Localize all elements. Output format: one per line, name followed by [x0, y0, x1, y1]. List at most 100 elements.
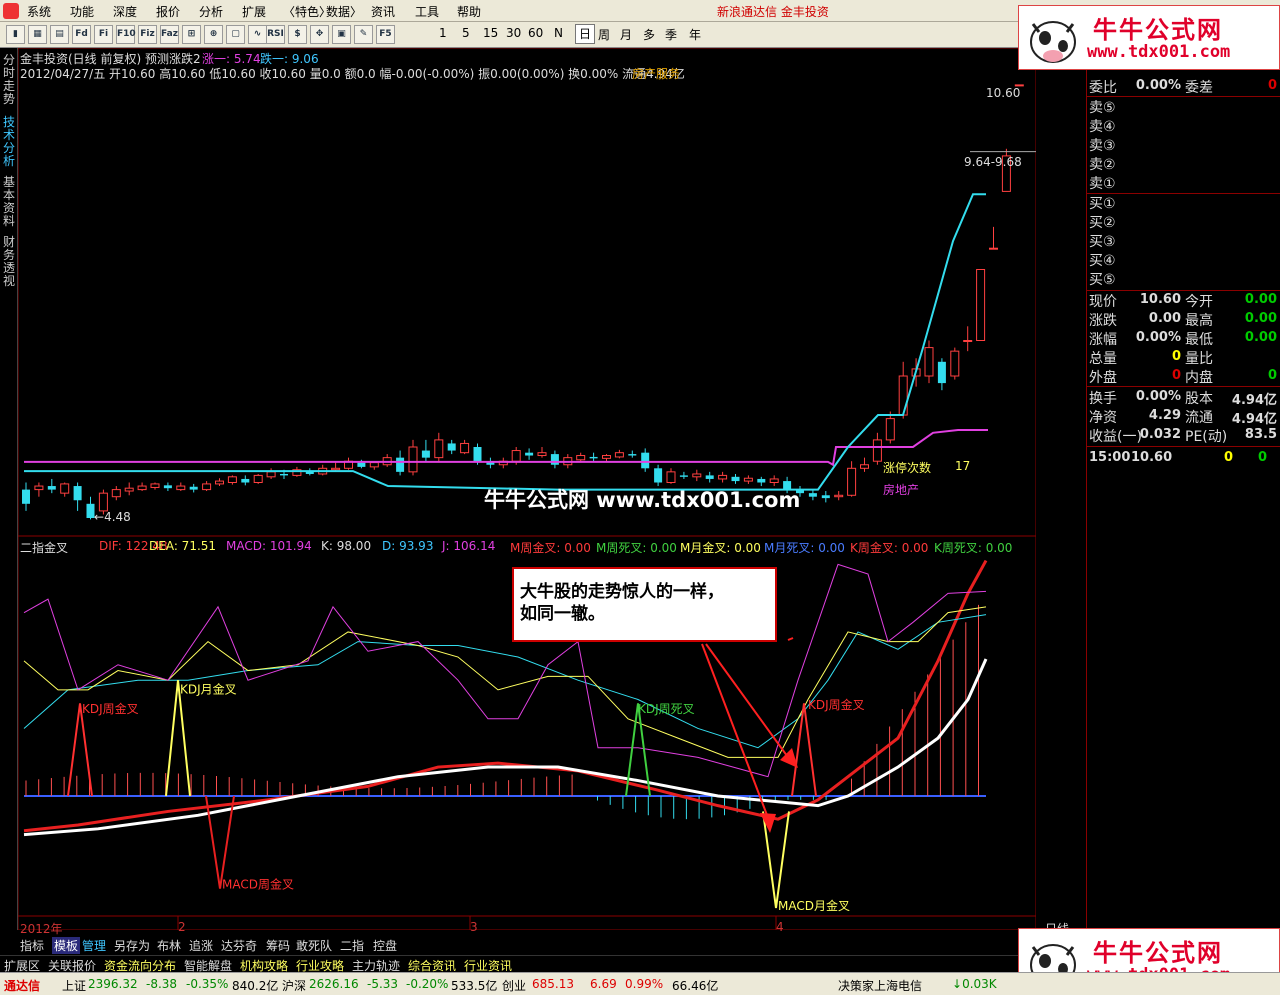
d-line — [23, 614, 987, 749]
indicator-tab[interactable]: 另存为 — [114, 937, 150, 954]
candle-body — [176, 485, 186, 491]
indicator-tab[interactable]: 模板 — [52, 937, 81, 954]
tab-fundamentals[interactable]: 基本资料 — [1, 176, 17, 228]
compare-icon[interactable]: ⊞ — [182, 25, 201, 44]
finance-icon[interactable]: Fi — [94, 25, 113, 44]
magenta-line — [24, 428, 988, 467]
buy-level: 买④ — [1089, 253, 1116, 269]
period-N[interactable]: N — [554, 26, 563, 40]
limit-up-count: 17 — [955, 459, 971, 473]
menu-function[interactable]: 功能 — [70, 3, 94, 20]
broker-label: 决策家上海电信 — [838, 979, 923, 993]
indicator-tab[interactable]: 指标 — [20, 937, 44, 954]
k-line — [23, 606, 987, 758]
f10-icon[interactable]: F10 — [116, 25, 136, 44]
period-15[interactable]: 15 — [483, 26, 498, 40]
indicator-tab[interactable]: 追涨 — [189, 937, 213, 954]
candle-body — [421, 450, 430, 458]
high-price-label: 10.60 — [986, 86, 1021, 100]
indicator-tab[interactable]: 管理 — [82, 937, 106, 954]
faz-icon[interactable]: Faz — [160, 25, 179, 44]
annot-kdj-month-gold: KDJ月金叉 — [180, 682, 237, 697]
period-多[interactable]: 多 — [643, 26, 655, 43]
sh-amount: 840.2亿 — [232, 979, 279, 993]
plugin-icon[interactable]: ▣ — [332, 25, 351, 44]
candle-body — [150, 483, 160, 488]
period-5[interactable]: 5 — [462, 26, 470, 40]
annotation-line-2: 如同一辙。 — [520, 604, 605, 624]
indicator-tab[interactable]: 达芬奇 — [221, 937, 257, 954]
panel-divider — [1087, 446, 1280, 447]
sell-level: 卖③ — [1089, 138, 1116, 154]
candle-body — [266, 471, 276, 478]
cy-pct: 0.99% — [625, 977, 664, 991]
menu-system[interactable]: 系统 — [27, 3, 51, 20]
indicator-name: 二指金叉 — [20, 541, 69, 555]
cy-name[interactable]: 创业 — [502, 977, 526, 994]
dif-line — [23, 559, 988, 833]
dollar-icon[interactable]: $ — [288, 25, 307, 44]
chart-bars-icon[interactable]: ▮ — [6, 25, 25, 44]
frame-icon[interactable]: ▢ — [226, 25, 245, 44]
period-周[interactable]: 周 — [598, 26, 610, 43]
candle-body — [847, 467, 857, 496]
menu-extend[interactable]: 扩展 — [242, 3, 266, 20]
indicator-tab[interactable]: 控盘 — [373, 937, 397, 954]
rsi-icon[interactable]: RSI — [266, 25, 285, 44]
annot-macd-week-gold: MACD周金叉 — [222, 877, 294, 892]
menu-help[interactable]: 帮助 — [457, 3, 481, 20]
move-icon[interactable]: ✥ — [310, 25, 329, 44]
bar-info-line: 2012/04/27/五 开10.60 高10.60 低10.60 收10.60… — [20, 67, 685, 81]
period-60[interactable]: 60 — [528, 26, 543, 40]
zoom-icon[interactable]: ⊕ — [204, 25, 223, 44]
candle-body — [654, 468, 663, 483]
grid-icon[interactable]: ▦ — [28, 25, 47, 44]
cow-logo-icon — [1030, 21, 1076, 63]
menu-analysis[interactable]: 分析 — [199, 3, 223, 20]
arrow-line — [705, 643, 791, 761]
candle-body — [280, 473, 288, 476]
time-label-feb: 2 — [178, 920, 186, 934]
fiz-icon[interactable]: Fiz — [138, 25, 157, 44]
period-日[interactable]: 日 — [575, 24, 596, 44]
period-季[interactable]: 季 — [665, 26, 677, 43]
menu-tools[interactable]: 工具 — [415, 3, 439, 20]
indicator-tab[interactable]: 筹码 — [266, 937, 290, 954]
sz-name[interactable]: 沪深 — [282, 977, 306, 994]
menu-data[interactable]: 数据〉 — [326, 3, 362, 20]
tab-intraday[interactable]: 分时走势 — [1, 54, 17, 106]
tab-technical[interactable]: 技术分析 — [1, 116, 17, 168]
candle-body — [731, 476, 740, 482]
table-icon[interactable]: ▤ — [50, 25, 69, 44]
candle-body — [576, 455, 586, 461]
candle-body — [705, 475, 714, 479]
indicator-tab[interactable]: 布林 — [157, 937, 181, 954]
menu-news[interactable]: 资讯 — [371, 3, 395, 20]
period-月[interactable]: 月 — [620, 26, 632, 43]
d-value: D: 93.93 — [382, 539, 434, 553]
menu-quotes[interactable]: 报价 — [156, 3, 180, 20]
menu-special[interactable]: 〈特色〉 — [283, 3, 331, 20]
fund-icon[interactable]: Fd — [72, 25, 91, 44]
period-1[interactable]: 1 — [439, 26, 447, 40]
indicator-tab[interactable]: 敢死队 — [296, 937, 332, 954]
price-range-label: 9.64-9.68 — [964, 155, 1022, 169]
pen-icon[interactable]: ✎ — [354, 25, 373, 44]
buy-level: 买① — [1089, 196, 1116, 212]
period-30[interactable]: 30 — [506, 26, 521, 40]
indicator-tab[interactable]: 二指 — [340, 937, 364, 954]
period-年[interactable]: 年 — [689, 26, 701, 43]
line-chart-icon[interactable]: ∿ — [248, 25, 267, 44]
candle-body — [898, 375, 908, 416]
candle-body — [950, 350, 960, 377]
f5-icon[interactable]: F5 — [376, 25, 395, 44]
quote-label: 内盘 — [1185, 370, 1213, 386]
candle-body — [525, 452, 534, 456]
candle-body — [73, 486, 82, 501]
quote-value: 0.00 — [1244, 311, 1277, 326]
tab-financials[interactable]: 财务透视 — [1, 236, 17, 288]
quote-value: 0.00% — [1135, 330, 1181, 345]
menu-depth[interactable]: 深度 — [113, 3, 137, 20]
sh-name[interactable]: 上证 — [62, 977, 86, 994]
annot-kdj-week-gold: KDJ周金叉 — [82, 701, 139, 716]
